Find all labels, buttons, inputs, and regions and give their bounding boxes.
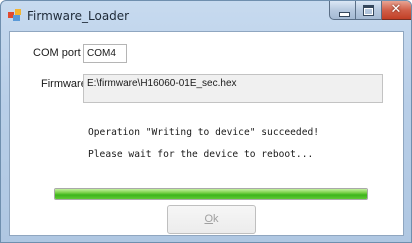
progress-bar bbox=[54, 188, 368, 200]
status-line-2: Please wait for the device to reboot... bbox=[88, 149, 314, 160]
window-title: Firmware_Loader bbox=[27, 9, 130, 23]
firmware-label: Firmware bbox=[41, 78, 87, 90]
com-port-field[interactable]: COM4 bbox=[83, 44, 127, 63]
ok-button[interactable]: Ok bbox=[167, 205, 256, 234]
firmware-loader-window: Firmware_Loader ✕ COM port COM4 Firmware… bbox=[0, 0, 412, 243]
app-icon bbox=[8, 9, 21, 21]
progress-fill bbox=[55, 189, 367, 199]
title-bar[interactable]: Firmware_Loader ✕ bbox=[1, 1, 411, 31]
minimize-icon bbox=[339, 12, 350, 17]
status-line-1: Operation "Writing to device" succeeded! bbox=[88, 127, 320, 138]
maximize-icon bbox=[363, 5, 374, 16]
form-body: COM port COM4 Firmware E:\firmware\H1606… bbox=[9, 31, 404, 236]
ok-button-label: k bbox=[213, 213, 219, 225]
ok-mnemonic: O bbox=[204, 213, 214, 225]
minimize-button[interactable] bbox=[329, 1, 356, 20]
firmware-path-field[interactable]: E:\firmware\H16060-01E_sec.hex bbox=[83, 74, 383, 103]
close-icon: ✕ bbox=[390, 2, 402, 17]
maximize-button[interactable] bbox=[356, 1, 382, 20]
close-button[interactable]: ✕ bbox=[382, 1, 411, 20]
com-port-label: COM port bbox=[33, 47, 81, 59]
